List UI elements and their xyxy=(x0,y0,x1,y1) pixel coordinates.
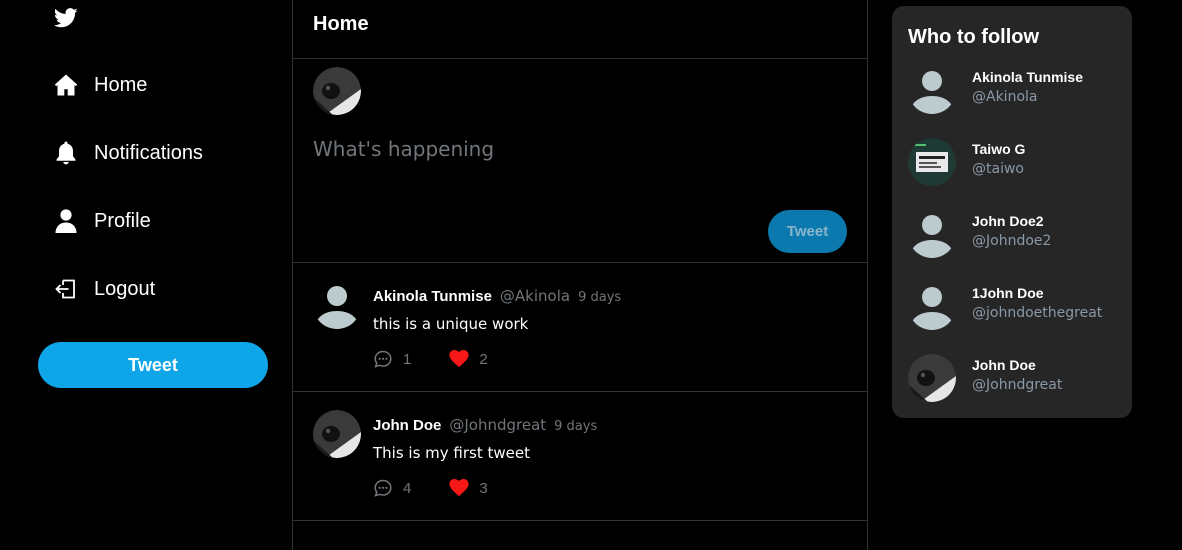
sidebar-item-notifications[interactable]: Notifications xyxy=(54,135,203,171)
sidebar-item-profile[interactable]: Profile xyxy=(54,203,151,239)
sidebar-item-label: Profile xyxy=(94,209,151,232)
sidebar-item-logout[interactable]: Logout xyxy=(54,271,155,307)
sidebar: Home Notifications Profile Logout Tweet xyxy=(0,0,292,550)
home-icon xyxy=(54,73,78,97)
composer-avatar[interactable] xyxy=(313,67,361,115)
follow-suggestion[interactable]: John Doe @Johndgreat xyxy=(908,354,1118,404)
tweet-author-handle[interactable]: @Akinola xyxy=(500,287,570,305)
tweet-actions: 1 2 xyxy=(373,349,488,369)
follow-avatar[interactable] xyxy=(908,138,956,186)
comment-icon xyxy=(374,479,392,497)
tweet-text: This is my first tweet xyxy=(373,444,530,462)
feed-header: Home xyxy=(293,0,867,59)
twitter-bird-icon[interactable] xyxy=(53,7,78,31)
who-to-follow-title: Who to follow xyxy=(908,26,1040,48)
logout-icon xyxy=(54,277,78,301)
tweet-timestamp: 9 days xyxy=(578,290,622,305)
comment-icon xyxy=(374,350,392,368)
follow-name: John Doe2 xyxy=(972,213,1044,229)
like-button[interactable]: 2 xyxy=(449,350,488,368)
follow-suggestion[interactable]: John Doe2 @Johndoe2 xyxy=(908,210,1118,260)
who-to-follow-panel: Who to follow Akinola Tunmise @Akinola T… xyxy=(892,6,1132,418)
comment-count: 1 xyxy=(403,350,412,368)
tweet-actions: 4 3 xyxy=(373,478,488,498)
tweet-item[interactable]: Akinola Tunmise @Akinola 9 days this is … xyxy=(293,263,867,392)
compose-tweet-button[interactable]: Tweet xyxy=(768,210,847,253)
follow-handle: @johndoethegreat xyxy=(972,305,1103,321)
tweet-header: John Doe @Johndgreat 9 days xyxy=(373,416,597,434)
follow-name: John Doe xyxy=(972,357,1036,373)
follow-suggestion[interactable]: 1John Doe @johndoethegreat xyxy=(908,282,1118,332)
user-icon xyxy=(54,209,78,233)
tweet-text: this is a unique work xyxy=(373,315,529,333)
sidebar-item-label: Notifications xyxy=(94,141,203,164)
sidebar-item-home[interactable]: Home xyxy=(54,67,147,103)
sidebar-item-label: Home xyxy=(94,73,148,96)
comment-count: 4 xyxy=(403,479,412,497)
app: Home Notifications Profile Logout Tweet … xyxy=(0,0,1182,550)
comment-button[interactable]: 1 xyxy=(373,349,411,369)
follow-handle: @taiwo xyxy=(972,161,1024,177)
follow-suggestion[interactable]: Taiwo G @taiwo xyxy=(908,138,1118,188)
tweet-author-name[interactable]: Akinola Tunmise xyxy=(373,288,492,305)
tweet-timestamp: 9 days xyxy=(554,419,598,434)
follow-name: Taiwo G xyxy=(972,141,1026,157)
sidebar-item-label: Logout xyxy=(94,277,156,300)
tweet-avatar[interactable] xyxy=(313,281,361,329)
like-button[interactable]: 3 xyxy=(449,479,488,497)
compose-tweet-input[interactable] xyxy=(313,129,833,169)
tweet-composer: Tweet xyxy=(293,59,867,263)
follow-avatar[interactable] xyxy=(908,210,956,258)
tweet-item[interactable]: John Doe @Johndgreat 9 days This is my f… xyxy=(293,392,867,521)
heart-icon xyxy=(449,479,469,497)
comment-button[interactable]: 4 xyxy=(373,478,411,498)
page-title: Home xyxy=(313,13,369,35)
follow-handle: @Johndoe2 xyxy=(972,233,1052,249)
follow-name: Akinola Tunmise xyxy=(972,69,1083,85)
follow-avatar[interactable] xyxy=(908,354,956,402)
tweet-avatar[interactable] xyxy=(313,410,361,458)
follow-handle: @Akinola xyxy=(972,89,1038,105)
tweet-header: Akinola Tunmise @Akinola 9 days xyxy=(373,287,621,305)
bell-icon xyxy=(54,141,78,165)
follow-suggestion[interactable]: Akinola Tunmise @Akinola xyxy=(908,66,1118,116)
sidebar-tweet-button[interactable]: Tweet xyxy=(38,342,268,388)
tweet-author-handle[interactable]: @Johndgreat xyxy=(449,416,546,434)
tweet-author-name[interactable]: John Doe xyxy=(373,417,441,434)
follow-name: 1John Doe xyxy=(972,285,1044,301)
follow-handle: @Johndgreat xyxy=(972,377,1063,393)
like-count: 3 xyxy=(479,479,488,497)
heart-icon xyxy=(449,350,469,368)
follow-avatar[interactable] xyxy=(908,282,956,330)
like-count: 2 xyxy=(479,350,488,368)
main-feed: Home Tweet xyxy=(292,0,868,550)
follow-avatar[interactable] xyxy=(908,66,956,114)
